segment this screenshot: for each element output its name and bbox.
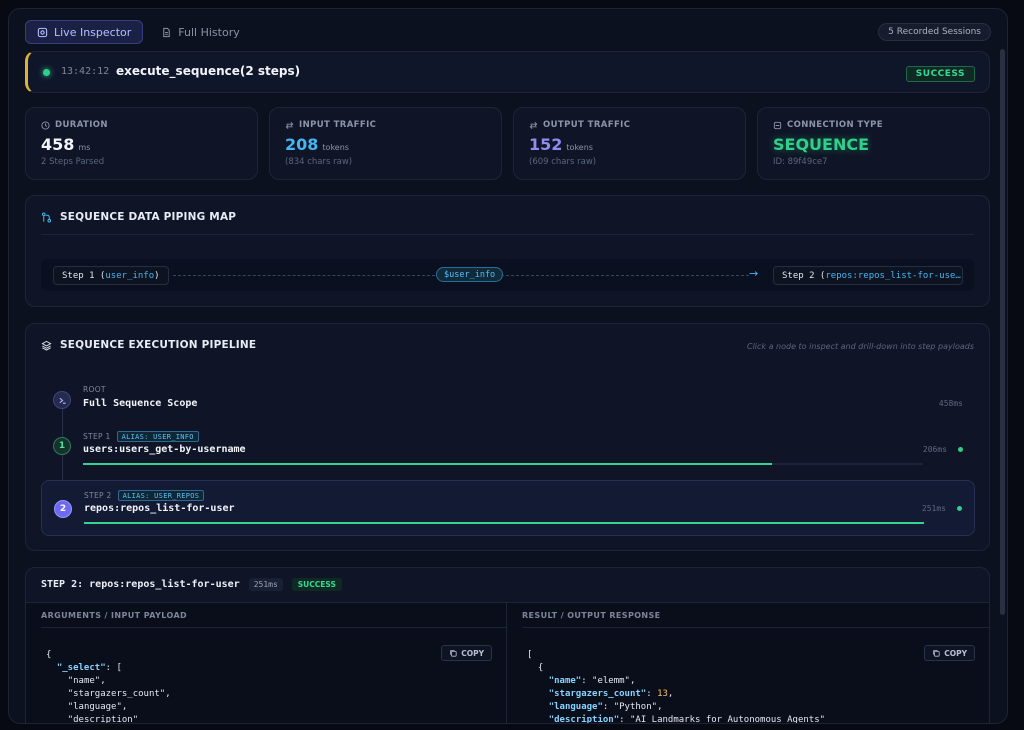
output-code: [ { "name": "elemm", "stargazers_count":… — [527, 650, 826, 724]
output-response-pane[interactable]: RESULT / OUTPUT RESPONSE COPY [ { "name"… — [507, 603, 989, 724]
copy-icon — [450, 650, 457, 657]
step-name: users:users_get-by-username — [83, 444, 246, 455]
step-name: repos:repos_list-for-user — [84, 503, 235, 514]
connection-type-value: SEQUENCE — [773, 135, 870, 154]
step-progress-fill — [84, 522, 924, 524]
duration-sub: 2 Steps Parsed — [41, 157, 105, 167]
connection-type-card: CONNECTION TYPE SEQUENCE ID: 89f49ce7 — [757, 107, 990, 180]
inspector-icon — [37, 27, 48, 37]
step-eyebrow: STEP 1 ALIAS: USER_INFO — [83, 431, 199, 442]
tab-label: Live Inspector — [54, 25, 132, 39]
git-branch-icon — [41, 212, 52, 222]
step-status-dot — [957, 506, 962, 511]
step-detail-duration: 251ms — [248, 578, 283, 591]
step-duration: 206ms — [922, 445, 947, 454]
alias-badge: ALIAS: USER_INFO — [116, 431, 199, 442]
alias-badge: ALIAS: USER_REPOS — [117, 490, 205, 501]
live-status-dot — [43, 69, 50, 76]
vertical-scrollbar[interactable] — [1000, 49, 1005, 615]
piping-divider — [41, 234, 974, 235]
payload-panes: ARGUMENTS / INPUT PAYLOAD COPY { "_selec… — [26, 602, 989, 724]
recorded-sessions-badge: 5 Recorded Sessions — [878, 23, 991, 41]
duration-label: DURATION — [41, 120, 108, 130]
piping-source-node[interactable]: Step 1 (user_info) — [53, 266, 169, 285]
input-traffic-sub: (834 chars raw) — [285, 157, 353, 167]
swap-arrows-icon — [529, 121, 538, 129]
pipeline-hint: Click a node to inspect and drill-down i… — [746, 342, 974, 351]
step-eyebrow: STEP 2 ALIAS: USER_REPOS — [84, 490, 205, 501]
input-traffic-card: INPUT TRAFFIC 208 tokens (834 chars raw) — [269, 107, 502, 180]
pipeline-step-1[interactable]: 1 STEP 1 ALIAS: USER_INFO users:users_get… — [41, 422, 975, 478]
step-number: 1 — [53, 437, 71, 455]
output-traffic-value: 152 tokens — [529, 135, 593, 154]
copy-icon — [933, 650, 940, 657]
event-header[interactable]: 13:42:12 execute_sequence(2 steps) SUCCE… — [25, 51, 990, 93]
event-title: execute_sequence(2 steps) — [116, 64, 301, 78]
arrow-right-icon: → — [749, 267, 759, 280]
inspector-content[interactable]: 13:42:12 execute_sequence(2 steps) SUCCE… — [25, 49, 990, 724]
input-traffic-label: INPUT TRAFFIC — [285, 120, 376, 130]
input-payload-pane[interactable]: ARGUMENTS / INPUT PAYLOAD COPY { "_selec… — [26, 603, 507, 724]
tab-live-inspector[interactable]: Live Inspector — [25, 20, 144, 44]
output-traffic-label: OUTPUT TRAFFIC — [529, 120, 630, 130]
input-code: { "_select": [ "name", "stargazers_count… — [46, 650, 171, 724]
duration-card: DURATION 458 ms 2 Steps Parsed — [25, 107, 258, 180]
step-duration: 251ms — [921, 504, 946, 513]
output-traffic-sub: (609 chars raw) — [529, 157, 597, 167]
tab-label: Full History — [178, 25, 240, 39]
root-name: Full Sequence Scope — [83, 398, 198, 409]
step-detail-header: STEP 2: repos:repos_list-for-user 251ms … — [41, 578, 342, 591]
tab-full-history[interactable]: Full History — [149, 20, 251, 44]
root-duration: 458ms — [938, 399, 963, 408]
piping-connector-left — [173, 275, 435, 276]
piping-variable: $user_info — [436, 267, 504, 282]
status-badge: SUCCESS — [905, 66, 975, 82]
swap-arrows-icon — [285, 121, 294, 129]
step-detail-title: STEP 2: repos:repos_list-for-user — [41, 579, 240, 590]
pipeline-title: SEQUENCE EXECUTION PIPELINE — [41, 339, 256, 351]
copy-input-button[interactable]: COPY — [441, 645, 492, 661]
step-status-dot — [958, 447, 963, 452]
copy-output-button[interactable]: COPY — [924, 645, 975, 661]
event-time: 13:42:12 — [61, 66, 110, 77]
duration-value: 458 ms — [41, 135, 91, 154]
pipeline-step-2[interactable]: 2 STEP 2 ALIAS: USER_REPOS repos:repos_li… — [41, 480, 975, 536]
piping-track: Step 1 (user_info) $user_info → Step 2 (… — [41, 259, 974, 291]
connection-icon — [773, 121, 782, 129]
step-detail-panel: STEP 2: repos:repos_list-for-user 251ms … — [25, 567, 990, 724]
output-response-label: RESULT / OUTPUT RESPONSE — [522, 603, 989, 628]
data-piping-map: SEQUENCE DATA PIPING MAP Step 1 (user_in… — [25, 195, 990, 307]
step-progress-track — [83, 463, 923, 465]
input-traffic-value: 208 tokens — [285, 135, 349, 154]
connection-type-label: CONNECTION TYPE — [773, 120, 883, 130]
step-progress-fill — [83, 463, 772, 465]
status-badge: SUCCESS — [291, 578, 342, 591]
output-traffic-card: OUTPUT TRAFFIC 152 tokens (609 chars raw) — [513, 107, 746, 180]
connection-id: ID: 89f49ce7 — [773, 157, 828, 167]
step-number: 2 — [54, 500, 72, 518]
terminal-icon — [53, 391, 71, 409]
piping-title: SEQUENCE DATA PIPING MAP — [41, 211, 236, 223]
clock-icon — [41, 120, 50, 130]
inspector-window: Live Inspector Full History 5 Recorded S… — [8, 8, 1008, 724]
execution-pipeline: SEQUENCE EXECUTION PIPELINE Click a node… — [25, 323, 990, 551]
root-eyebrow: ROOT — [83, 385, 106, 394]
piping-connector-right — [501, 275, 749, 276]
piping-target-node[interactable]: Step 2 (repos:repos_list-for-use… — [773, 266, 963, 285]
step-progress-track — [84, 522, 924, 524]
tab-bar: Live Inspector Full History 5 Recorded S… — [25, 19, 991, 45]
input-payload-label: ARGUMENTS / INPUT PAYLOAD — [41, 603, 506, 628]
document-icon — [163, 27, 171, 37]
layers-icon — [41, 340, 52, 351]
